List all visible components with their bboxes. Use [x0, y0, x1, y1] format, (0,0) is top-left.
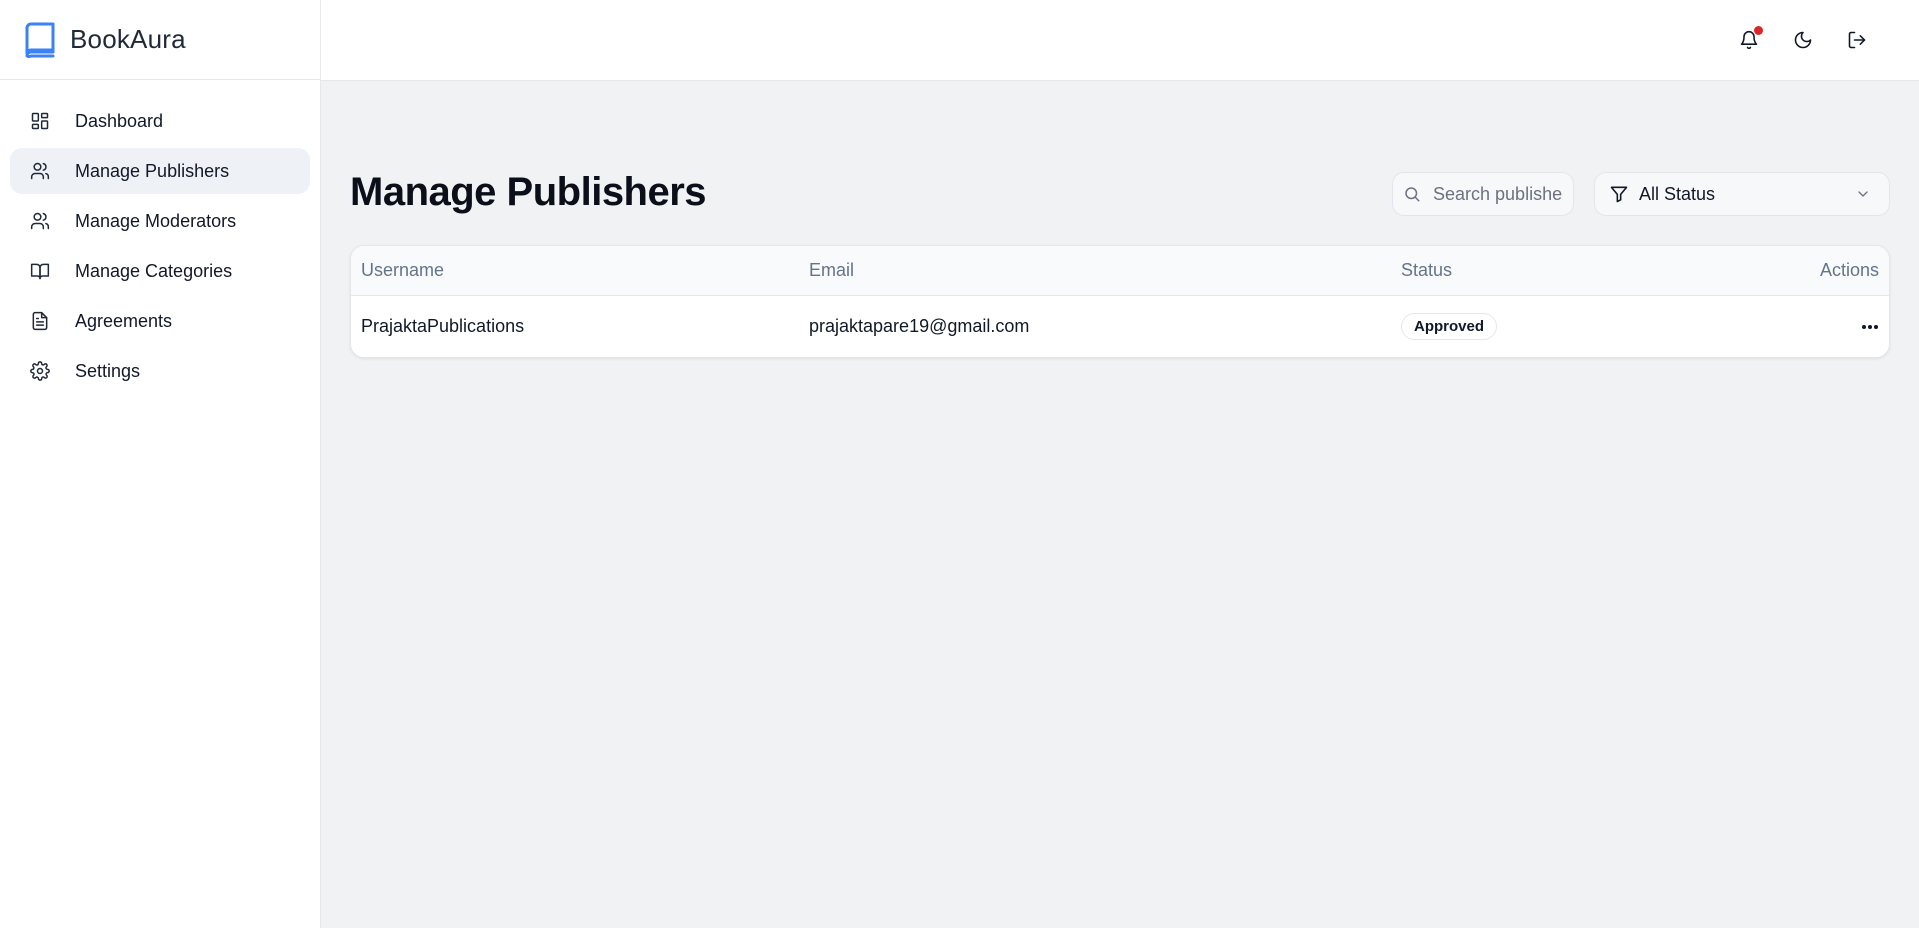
sidebar-item-label: Agreements — [75, 310, 173, 331]
sidebar-item-manage-publishers[interactable]: Manage Publishers — [10, 148, 310, 194]
sidebar-nav: Dashboard Manage Publishers Manage Moder… — [0, 80, 320, 394]
search-icon — [1403, 185, 1421, 203]
table-header: Username Email Status Actions — [351, 246, 1889, 296]
book-icon — [24, 22, 56, 58]
theme-toggle-button[interactable] — [1791, 24, 1815, 56]
top-actions — [1737, 24, 1869, 56]
cell-username: PrajaktaPublications — [361, 316, 525, 336]
chevron-down-icon — [1855, 186, 1871, 202]
gear-icon — [30, 361, 50, 381]
sidebar: BookAura Dashboard Manage Publishers Man… — [0, 0, 321, 928]
brand-name: BookAura — [70, 24, 186, 54]
book-open-icon — [30, 261, 50, 281]
brand[interactable]: BookAura — [0, 0, 320, 80]
logout-icon — [1847, 30, 1867, 50]
users-icon — [30, 161, 50, 181]
sidebar-item-label: Settings — [75, 360, 141, 381]
column-header-username: Username — [361, 260, 445, 280]
column-header-status: Status — [1401, 260, 1453, 280]
cell-email: prajaktapare19@gmail.com — [809, 316, 1030, 336]
sidebar-item-label: Manage Categories — [75, 260, 233, 281]
sidebar-item-settings[interactable]: Settings — [10, 348, 310, 394]
sidebar-item-manage-categories[interactable]: Manage Categories — [10, 248, 310, 294]
column-header-email: Email — [809, 260, 855, 280]
top-bar — [321, 0, 1919, 81]
row-actions-button[interactable] — [1847, 313, 1879, 341]
sidebar-item-manage-moderators[interactable]: Manage Moderators — [10, 198, 310, 244]
users-icon — [30, 211, 50, 231]
search-input[interactable] — [1433, 183, 1563, 205]
cell-actions — [1749, 313, 1889, 341]
notifications-button[interactable] — [1737, 24, 1763, 56]
status-badge: Approved — [1401, 313, 1498, 340]
status-filter-value: All Status — [1639, 183, 1716, 204]
table-row: PrajaktaPublications prajaktapare19@gmai… — [351, 296, 1889, 357]
document-icon — [30, 311, 50, 331]
status-filter-select[interactable]: All Status — [1594, 172, 1890, 216]
search-box[interactable] — [1392, 172, 1574, 216]
sidebar-item-dashboard[interactable]: Dashboard — [10, 98, 310, 144]
cell-status: Approved — [1401, 313, 1749, 340]
sidebar-item-label: Manage Publishers — [75, 160, 230, 181]
publishers-table: Username Email Status Actions PrajaktaPu… — [350, 245, 1890, 358]
more-horizontal-icon — [1861, 324, 1879, 330]
main-content: Manage Publishers All Status — [350, 170, 1890, 358]
sidebar-item-agreements[interactable]: Agreements — [10, 298, 310, 344]
filter-icon — [1609, 184, 1629, 204]
notification-dot — [1754, 26, 1763, 35]
column-header-actions: Actions — [1819, 260, 1879, 280]
dashboard-icon — [30, 111, 50, 131]
sidebar-item-label: Dashboard — [75, 110, 164, 131]
moon-icon — [1793, 30, 1813, 50]
sidebar-item-label: Manage Moderators — [75, 210, 237, 231]
logout-button[interactable] — [1845, 24, 1869, 56]
table-controls: All Status — [1392, 172, 1890, 216]
